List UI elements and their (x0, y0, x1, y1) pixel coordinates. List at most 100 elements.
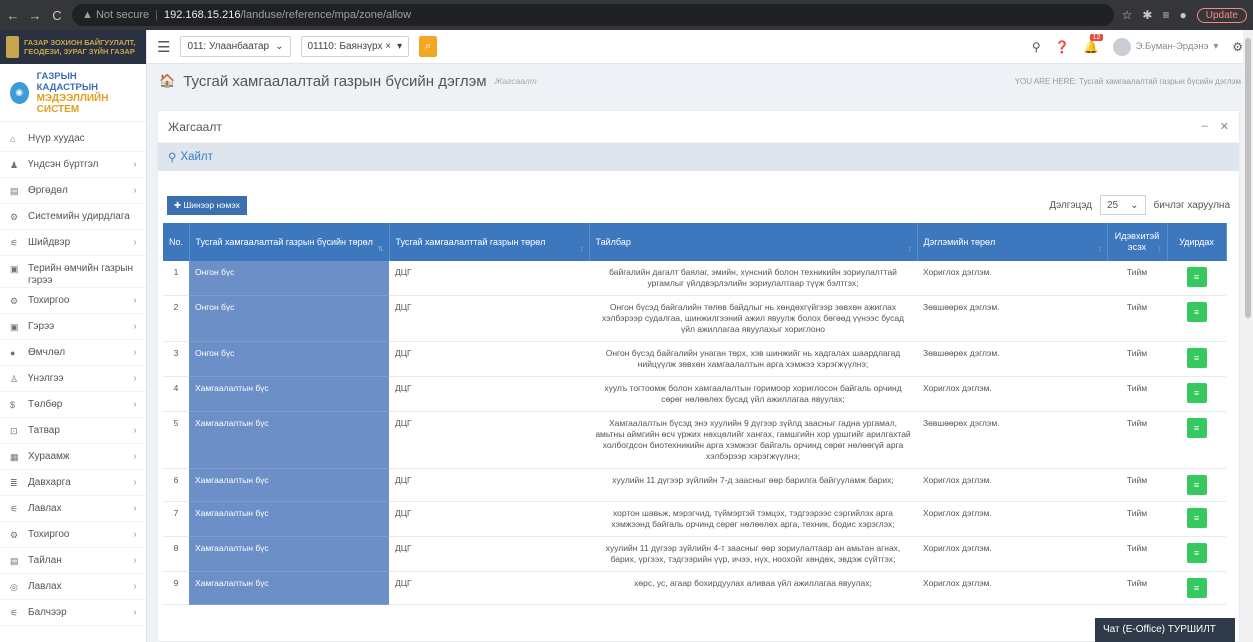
sidebar-item[interactable]: ▤ Тайлан › (0, 548, 146, 574)
page-length-select[interactable]: 25 ⌄ (1100, 195, 1146, 215)
column-header[interactable]: Дэглэмийн төрөл ↕ (917, 223, 1108, 261)
sidebar-item[interactable]: ≣ Давхарга › (0, 470, 146, 496)
address-bar[interactable]: ▲ Not secure | 192.168.15.216/landuse/re… (72, 4, 1114, 26)
topbar: ☰ 011: Улаанбаатар ⌄ 01110: Баянзүрх × ▾ ⌕… (147, 30, 1253, 64)
user-menu[interactable]: Э.Буман-Эрдэнэ ▾ (1112, 37, 1218, 56)
sidebar-item-label: Өмчлөл (28, 347, 66, 358)
system-logo[interactable]: ◉ ГАЗРЫН КАДАСТРЫН МЭДЭЭЛЛИЙН СИСТЕМ (0, 64, 146, 122)
profile-icon[interactable]: ● (1180, 8, 1187, 22)
scrollbar-thumb[interactable] (1245, 38, 1251, 318)
sidebar-item[interactable]: ⚟ Шийдвэр › (0, 230, 146, 256)
edit-button[interactable]: ≡ (1186, 418, 1207, 438)
table-row: 8 Хамгаалалтын бүс ДЦГ хуулийн 11 дүгээр зү… (163, 536, 1226, 572)
page-header: 🏠 Тусгай хамгаалалтай газрын бүсийн дэгл… (147, 64, 1253, 98)
cell-type: ДЦГ (389, 411, 589, 469)
cell-no: 1 (163, 261, 189, 296)
sidebar-item[interactable]: ◎ Лавлах › (0, 574, 146, 600)
sidebar-item[interactable]: ♟ Үндсэн бүртгэл › (0, 152, 146, 178)
add-new-button[interactable]: ✚ Шинээр нэмэх (167, 195, 247, 215)
sidebar-item[interactable]: ⌂ Нүүр хуудас (0, 126, 146, 152)
sidebar-item[interactable]: ▤ Өргөдөл › (0, 178, 146, 204)
search-panel-toggle[interactable]: ⚲ Хайлт (158, 143, 1239, 171)
cell-regime: Зөвшөөрөх дэглэм. (917, 341, 1107, 377)
home-icon[interactable]: 🏠 (159, 73, 175, 89)
sum-select[interactable]: 01110: Баянзүрх × ▾ (300, 36, 410, 57)
sidebar-item-label: Лавлах (28, 581, 62, 592)
cell-zone: Онгон бүс (189, 261, 389, 296)
edit-button[interactable]: ≡ (1186, 348, 1207, 368)
column-header[interactable]: Идэвхитэй эсэх ↕ (1107, 223, 1168, 261)
collapse-icon[interactable]: – (1202, 120, 1208, 133)
chevron-right-icon: › (133, 237, 137, 248)
notification-icon[interactable]: 🔔 12 (1084, 33, 1104, 54)
menu-toggle-icon[interactable]: ☰ (157, 38, 170, 56)
extensions-icon[interactable]: ✱ (1142, 8, 1152, 22)
edit-button[interactable]: ≡ (1186, 475, 1207, 495)
sidebar-item[interactable]: ▦ Хураамж › (0, 444, 146, 470)
add-new-label: Шинээр нэмэх (183, 199, 240, 210)
sidebar-item[interactable]: ⚟ Балчээр › (0, 600, 146, 626)
cell-desc: Хамгаалалтын бүсэд энэ хуулийн 9 дүгээр … (589, 411, 917, 469)
list-icon: ≡ (1193, 512, 1200, 523)
edit-button[interactable]: ≡ (1186, 302, 1207, 322)
menu-list-icon[interactable]: ≡ (1162, 8, 1169, 22)
sidebar-item[interactable]: $ Төлбөр › (0, 392, 146, 418)
column-header[interactable]: No. (163, 223, 190, 261)
column-header-label: Тусгай хамгаалалтай газрын бүсийн төрөл (195, 236, 373, 247)
close-icon[interactable]: ✕ (1220, 120, 1229, 133)
cell-zone: Онгон бүс (189, 295, 389, 342)
help-icon[interactable]: ❓ (1055, 40, 1070, 54)
user-icon: ♟ (10, 160, 19, 170)
column-header[interactable]: Тайлбар ↕ (589, 223, 918, 261)
sidebar-item[interactable]: ▣ Гэрээ › (0, 314, 146, 340)
sidebar-item[interactable]: ⊡ Татвар › (0, 418, 146, 444)
search-panel-label: Хайлт (180, 151, 213, 163)
sidebar-item-label: Төлбөр (28, 399, 63, 410)
column-header[interactable]: Тусгай хамгаалалттай газрын төрөл ↕ (389, 223, 590, 261)
sidebar-item-label: Давхарга (28, 477, 71, 488)
cell-regime: Зөвшөөрөх дэглэм. (917, 411, 1107, 469)
edit-button[interactable]: ≡ (1186, 267, 1207, 287)
sidebar-item[interactable]: ⚙ Тохиргоо › (0, 522, 146, 548)
aimag-select[interactable]: 011: Улаанбаатар ⌄ (180, 36, 291, 57)
forward-icon[interactable]: → (28, 8, 42, 23)
cell-actions: ≡ (1167, 261, 1226, 296)
chevron-right-icon: › (133, 529, 137, 540)
gear-icon[interactable]: ⚙ (1232, 40, 1243, 54)
regime-table: No. Тусгай хамгаалалтай газрын бүсийн төр… (163, 223, 1227, 605)
table-row: 2 Онгон бүс ДЦГ Онгон бүсэд байгалийн төлөв… (163, 295, 1226, 342)
portlet-title: Жагсаалт (168, 119, 222, 134)
cell-no: 7 (163, 501, 189, 537)
edit-button[interactable]: ≡ (1186, 578, 1207, 598)
circle-icon: ◎ (10, 582, 18, 592)
search-button[interactable]: ⌕ (419, 36, 438, 57)
sidebar-item[interactable]: ▣ Терийн өмчийн газрын гэрээ (0, 256, 146, 288)
edit-button[interactable]: ≡ (1186, 383, 1207, 403)
update-button[interactable]: Update (1196, 7, 1247, 23)
sidebar-item-label: Үнэлгээ (28, 373, 64, 384)
page-scrollbar[interactable] (1243, 30, 1253, 642)
page-length-value: 25 (1107, 199, 1119, 211)
back-icon[interactable]: ← (6, 8, 20, 23)
cell-actions: ≡ (1167, 376, 1226, 412)
link-icon[interactable]: ⚲ (1032, 40, 1041, 54)
sort-icon: ↕ (580, 246, 584, 253)
chevron-down-icon: ▾ (397, 41, 403, 52)
doc-icon: ▤ (10, 556, 19, 566)
org-logo[interactable]: ГАЗАР ЗОХИОН БАЙГУУЛАЛТ, ГЕОДЕЗИ, ЗУРАГ З… (0, 30, 146, 64)
star-icon[interactable]: ☆ (1122, 8, 1133, 22)
sidebar-item[interactable]: ♙ Үнэлгээ › (0, 366, 146, 392)
chat-widget[interactable]: Чат (E-Office) ТУРШИЛТ (1095, 618, 1235, 642)
edit-button[interactable]: ≡ (1186, 543, 1207, 563)
sidebar-item[interactable]: ⚟ Лавлах › (0, 496, 146, 522)
search-icon: ⚲ (168, 152, 177, 164)
sidebar-item[interactable]: ⚙ Системийн удирдлага (0, 204, 146, 230)
reload-icon[interactable]: C (50, 8, 64, 23)
column-header[interactable]: Тусгай хамгаалалтай газрын бүсийн төрөл ⇅ (189, 223, 390, 261)
column-header[interactable]: Удирдах (1167, 223, 1227, 261)
security-warning[interactable]: ▲ Not secure (82, 9, 149, 21)
sidebar-item[interactable]: ⚙ Тохиргоо › (0, 288, 146, 314)
sidebar-item[interactable]: ● Өмчлөл › (0, 340, 146, 366)
edit-button[interactable]: ≡ (1186, 508, 1207, 528)
cell-actions: ≡ (1167, 501, 1226, 537)
